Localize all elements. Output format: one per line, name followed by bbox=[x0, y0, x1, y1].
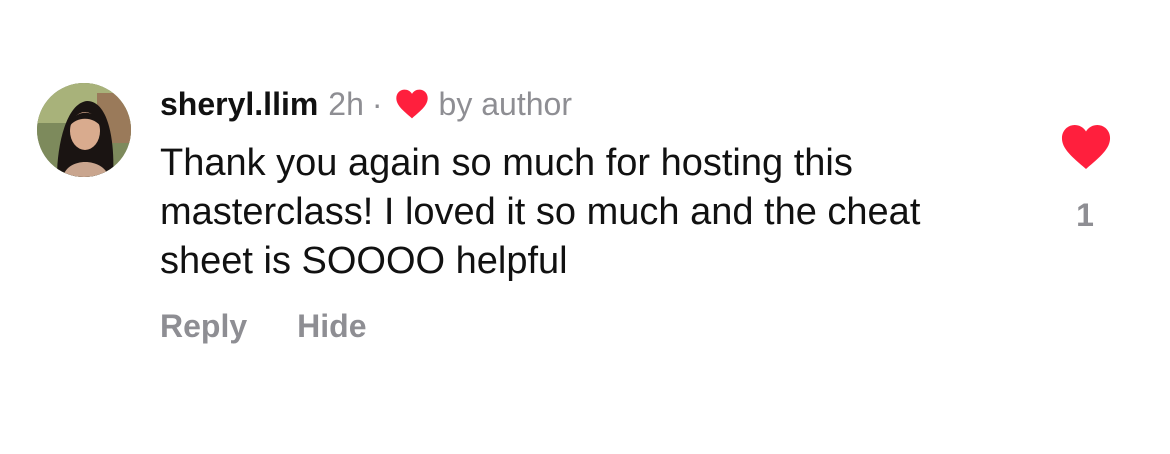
liked-by-author-label: by author bbox=[438, 85, 572, 122]
heart-filled-icon bbox=[395, 89, 429, 119]
hide-button[interactable]: Hide bbox=[297, 308, 366, 345]
avatar[interactable] bbox=[37, 83, 131, 177]
separator-dot: · bbox=[371, 85, 383, 122]
avatar-image bbox=[37, 83, 131, 177]
like-count[interactable]: 1 bbox=[1070, 197, 1100, 234]
heart-filled-icon bbox=[1061, 125, 1111, 169]
username-link[interactable]: sheryl.llim bbox=[160, 86, 318, 123]
reply-button[interactable]: Reply bbox=[160, 308, 247, 345]
comment-text: Thank you again so much for hosting this… bbox=[160, 142, 921, 282]
timestamp: 2h bbox=[328, 85, 364, 122]
comment-header: sheryl.llim 2h · by author bbox=[160, 84, 572, 124]
like-button[interactable] bbox=[1060, 124, 1112, 170]
comment-item: sheryl.llim 2h · by author Thank you aga… bbox=[0, 0, 1170, 454]
comment-actions: Reply Hide bbox=[160, 308, 366, 345]
